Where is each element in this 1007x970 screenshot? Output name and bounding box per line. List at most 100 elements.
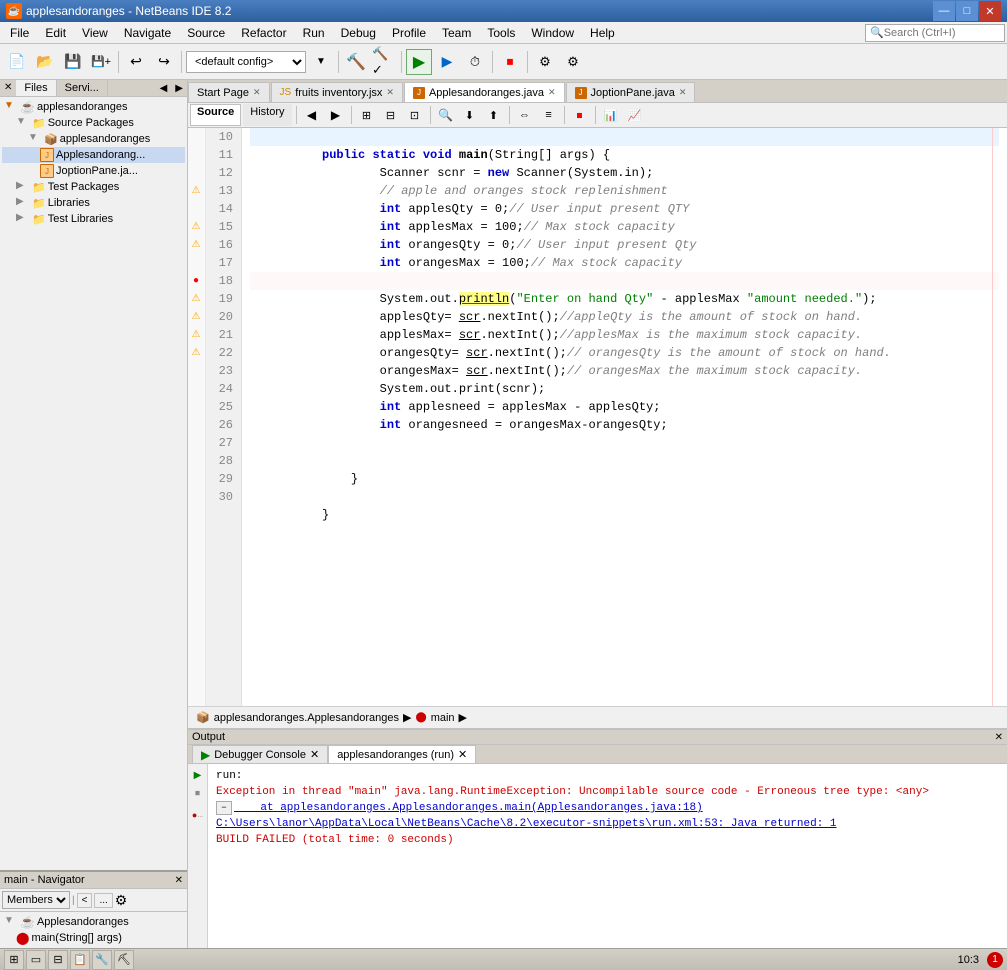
tree-item-test-libraries[interactable]: ▶ 📁 Test Libraries xyxy=(2,211,185,227)
search-box[interactable]: 🔍 xyxy=(865,24,1005,42)
tree-item-project[interactable]: ▼ ☕ applesandoranges xyxy=(2,99,185,115)
tree-item-applesandoranges-java[interactable]: J Applesandorang... xyxy=(2,147,185,163)
src-toggle1-button[interactable]: ⊞ xyxy=(356,104,378,126)
build-button[interactable]: 🔨 xyxy=(343,49,369,75)
tree-item-libraries[interactable]: ▶ 📁 Libraries xyxy=(2,195,185,211)
tree-item-test-packages[interactable]: ▶ 📁 Test Packages xyxy=(2,179,185,195)
src-chart2-button[interactable]: 📈 xyxy=(624,104,646,126)
code-line-29[interactable] xyxy=(250,470,999,488)
src-nav2-button[interactable]: ⬆ xyxy=(483,104,505,126)
left-panel-minimize[interactable]: ▶ xyxy=(171,81,187,96)
code-line-10[interactable]: public static void main(String[] args) { xyxy=(250,128,999,146)
tab-applesandoranges[interactable]: J Applesandoranges.java ✕ xyxy=(404,82,565,102)
src-nav1-button[interactable]: ⬇ xyxy=(459,104,481,126)
new-project-button[interactable]: 📄 xyxy=(4,49,30,75)
bottom-btn-5[interactable]: 🔧 xyxy=(92,950,112,970)
nav-method-item[interactable]: ⬤ main(String[] args) xyxy=(2,930,185,946)
output-content[interactable]: run: Exception in thread "main" java.lan… xyxy=(208,764,1007,948)
breadcrumb-method[interactable]: main xyxy=(431,712,455,724)
bottom-btn-1[interactable]: ⊞ xyxy=(4,950,24,970)
src-forward-button[interactable]: ▶ xyxy=(325,104,347,126)
code-line-27[interactable] xyxy=(250,434,999,452)
open-project-button[interactable]: 📂 xyxy=(32,49,58,75)
code-line-28[interactable]: } xyxy=(250,452,999,470)
debugger-tab-close[interactable]: ✕ xyxy=(310,748,319,761)
search-input[interactable] xyxy=(884,27,994,39)
menu-tools[interactable]: Tools xyxy=(479,24,523,42)
tab-services[interactable]: Servi... xyxy=(57,80,108,96)
menu-help[interactable]: Help xyxy=(582,24,623,42)
fruits-tab-close[interactable]: ✕ xyxy=(386,87,394,98)
nav-sort-button[interactable]: ... xyxy=(94,893,112,908)
undo-button[interactable]: ↩ xyxy=(123,49,149,75)
source-tab-button[interactable]: Source xyxy=(190,104,241,126)
tab-start-page[interactable]: Start Page ✕ xyxy=(188,82,270,102)
more-button[interactable]: ⚙ xyxy=(560,49,586,75)
left-panel-maximize[interactable]: ◀ xyxy=(156,81,172,96)
breadcrumb-class[interactable]: applesandoranges.Applesandoranges xyxy=(214,712,399,724)
notification-badge[interactable]: 1 xyxy=(987,952,1003,968)
output-line-at[interactable]: at applesandoranges.Applesandoranges.mai… xyxy=(234,800,703,816)
joption-tab-close[interactable]: ✕ xyxy=(679,87,687,98)
navigator-close-icon[interactable]: ✕ xyxy=(175,875,183,886)
left-tab-close-btn[interactable]: ✕ xyxy=(0,80,16,96)
output-close-icon[interactable]: ✕ xyxy=(995,732,1003,743)
menu-profile[interactable]: Profile xyxy=(384,24,434,42)
menu-source[interactable]: Source xyxy=(179,24,233,42)
src-diff1-button[interactable]: ⇔ xyxy=(514,104,536,126)
tab-files[interactable]: Files xyxy=(16,80,56,96)
clean-build-button[interactable]: 🔨✓ xyxy=(371,49,397,75)
history-tab-button[interactable]: History xyxy=(243,104,291,126)
menu-edit[interactable]: Edit xyxy=(37,24,74,42)
collapse-icon[interactable]: − xyxy=(216,801,232,815)
src-toggle3-button[interactable]: ⊡ xyxy=(404,104,426,126)
bottom-btn-2[interactable]: ▭ xyxy=(26,950,46,970)
tab-fruits-inventory[interactable]: JS fruits inventory.jsx ✕ xyxy=(271,82,403,102)
run-tab-close[interactable]: ✕ xyxy=(458,748,467,761)
tab-joption[interactable]: J JoptionPane.java ✕ xyxy=(566,82,696,102)
redo-button[interactable]: ↪ xyxy=(151,49,177,75)
menu-window[interactable]: Window xyxy=(523,24,582,42)
src-chart1-button[interactable]: 📊 xyxy=(600,104,622,126)
navigator-dropdown[interactable]: Members xyxy=(2,891,70,909)
minimize-button[interactable]: — xyxy=(933,1,955,21)
menu-team[interactable]: Team xyxy=(434,24,479,42)
bottom-btn-6[interactable]: ⛏ xyxy=(114,950,134,970)
code-line-30[interactable]: } xyxy=(250,488,999,506)
tab-run-output[interactable]: applesandoranges (run) ✕ xyxy=(328,745,476,763)
src-find-button[interactable]: 🔍 xyxy=(435,104,457,126)
src-diff2-button[interactable]: ≡ xyxy=(538,104,560,126)
tree-item-source-packages[interactable]: ▼ 📁 Source Packages xyxy=(2,115,185,131)
nav-filter-button[interactable]: < xyxy=(77,893,93,908)
src-toggle2-button[interactable]: ⊟ xyxy=(380,104,402,126)
debug-button[interactable]: ▶ xyxy=(434,49,460,75)
nav-gear-icon[interactable]: ⚙ xyxy=(115,892,128,909)
run-button[interactable]: ▶ xyxy=(406,49,432,75)
menu-run[interactable]: Run xyxy=(295,24,333,42)
code-line-18[interactable]: System.out.println("Enter on hand Qty" -… xyxy=(250,272,999,290)
bottom-btn-4[interactable]: 📋 xyxy=(70,950,90,970)
save-button[interactable]: 💾 xyxy=(60,49,86,75)
save-all-button[interactable]: 💾+ xyxy=(88,49,114,75)
output-line-path[interactable]: C:\Users\lanor\AppData\Local\NetBeans\Ca… xyxy=(216,816,999,832)
menu-view[interactable]: View xyxy=(74,24,116,42)
start-page-tab-close[interactable]: ✕ xyxy=(253,87,261,98)
menu-navigate[interactable]: Navigate xyxy=(116,24,179,42)
menu-file[interactable]: File xyxy=(2,24,37,42)
applesandoranges-tab-close[interactable]: ✕ xyxy=(548,87,556,98)
src-back-button[interactable]: ◀ xyxy=(301,104,323,126)
close-button[interactable]: ✕ xyxy=(979,1,1001,21)
code-content[interactable]: public static void main(String[] args) {… xyxy=(242,128,1007,706)
tree-item-joption-java[interactable]: J JoptionPane.ja... xyxy=(2,163,185,179)
src-stop-button[interactable]: ⏹ xyxy=(569,104,591,126)
output-stop-icon[interactable]: ⏹ xyxy=(189,784,207,802)
output-error-nav-icon[interactable]: ●... xyxy=(189,806,207,824)
stop-button[interactable]: ⏹ xyxy=(497,49,523,75)
maximize-button[interactable]: □ xyxy=(956,1,978,21)
tree-item-package[interactable]: ▼ 📦 applesandoranges xyxy=(2,131,185,147)
config-dropdown[interactable]: <default config> xyxy=(186,51,306,73)
more-tools-button[interactable]: ⚙ xyxy=(532,49,558,75)
tab-debugger-console[interactable]: ▶ Debugger Console ✕ xyxy=(192,745,328,763)
profile-button[interactable]: ⏱ xyxy=(462,49,488,75)
menu-debug[interactable]: Debug xyxy=(333,24,384,42)
